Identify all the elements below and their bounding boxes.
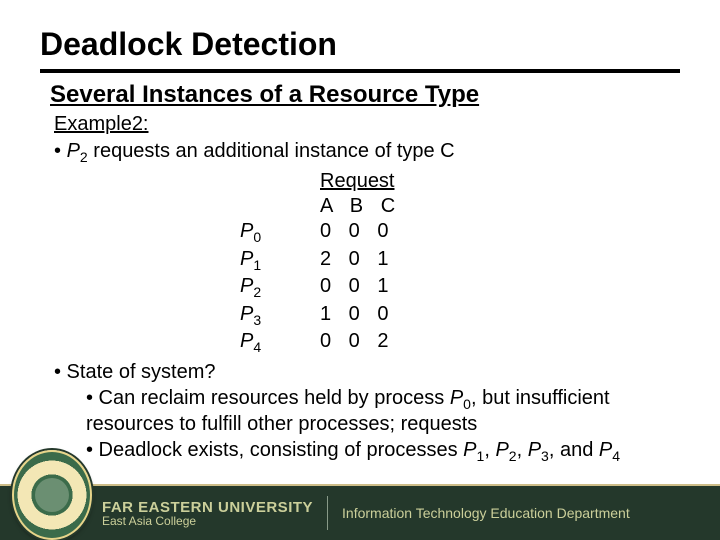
row-values: 0 0 1 (320, 274, 400, 302)
process-ref: P1 (463, 439, 484, 461)
process-ref: P2 (495, 439, 516, 461)
subtitle: Several Instances of a Resource Type (50, 81, 680, 109)
university-name: FAR EASTERN UNIVERSITY (102, 499, 313, 516)
page-title: Deadlock Detection (40, 26, 680, 63)
row-values: 1 0 0 (320, 302, 400, 330)
row-process: P3 (240, 302, 320, 330)
university-seal-icon (12, 450, 92, 540)
process-subscript: 0 (463, 396, 471, 412)
request-rows: P00 0 0P12 0 1P20 0 1P31 0 0P40 0 2 (240, 219, 680, 357)
department-name: Information Technology Education Departm… (342, 505, 630, 521)
process-ref: P2 (67, 140, 88, 162)
table-row: P31 0 0 (240, 302, 680, 330)
row-process: P2 (240, 274, 320, 302)
process-ref: P0 (450, 387, 471, 409)
state-question: • State of system? (54, 361, 680, 384)
row-values: 0 0 0 (320, 219, 400, 247)
row-process: P0 (240, 219, 320, 247)
deadlock-prefix: • Deadlock exists, consisting of process… (86, 439, 463, 461)
slide: Deadlock Detection Several Instances of … (0, 0, 720, 540)
process-symbol: P (450, 387, 463, 409)
bullet-dot: • (54, 140, 61, 162)
table-row: P12 0 1 (240, 247, 680, 275)
university-campus: East Asia College (102, 514, 313, 528)
row-process: P4 (240, 329, 320, 357)
table-row: P00 0 0 (240, 219, 680, 247)
table-row: P40 0 2 (240, 329, 680, 357)
list-separator: , and (549, 439, 599, 461)
request-cols: A B C (320, 194, 680, 219)
row-values: 2 0 1 (320, 247, 400, 275)
university-block: FAR EASTERN UNIVERSITY East Asia College (102, 499, 313, 528)
process-ref: P4 (599, 439, 620, 461)
process-ref: P3 (528, 439, 549, 461)
row-process: P1 (240, 247, 320, 275)
title-rule (40, 69, 680, 73)
process-subscript: 2 (80, 149, 88, 165)
content-area: Deadlock Detection Several Instances of … (0, 0, 720, 465)
table-row: P20 0 1 (240, 274, 680, 302)
row-values: 0 0 2 (320, 329, 400, 357)
example-label: Example2: (54, 113, 680, 136)
list-separator: , (484, 439, 495, 461)
reclaim-prefix: • Can reclaim resources held by process (86, 387, 450, 409)
footer-separator (327, 496, 328, 530)
bullet-intro: • P2 requests an additional instance of … (54, 140, 680, 165)
process-symbol: P (67, 140, 80, 162)
footer: FAR EASTERN UNIVERSITY East Asia College… (0, 486, 720, 540)
request-header: Request (320, 169, 680, 194)
list-separator: , (517, 439, 528, 461)
bullet-text: requests an additional instance of type … (93, 140, 454, 162)
deadlock-bullet: • Deadlock exists, consisting of process… (86, 438, 680, 465)
request-table: Request A B C P00 0 0P12 0 1P20 0 1P31 0… (240, 169, 680, 357)
reclaim-bullet: • Can reclaim resources held by process … (86, 386, 680, 437)
